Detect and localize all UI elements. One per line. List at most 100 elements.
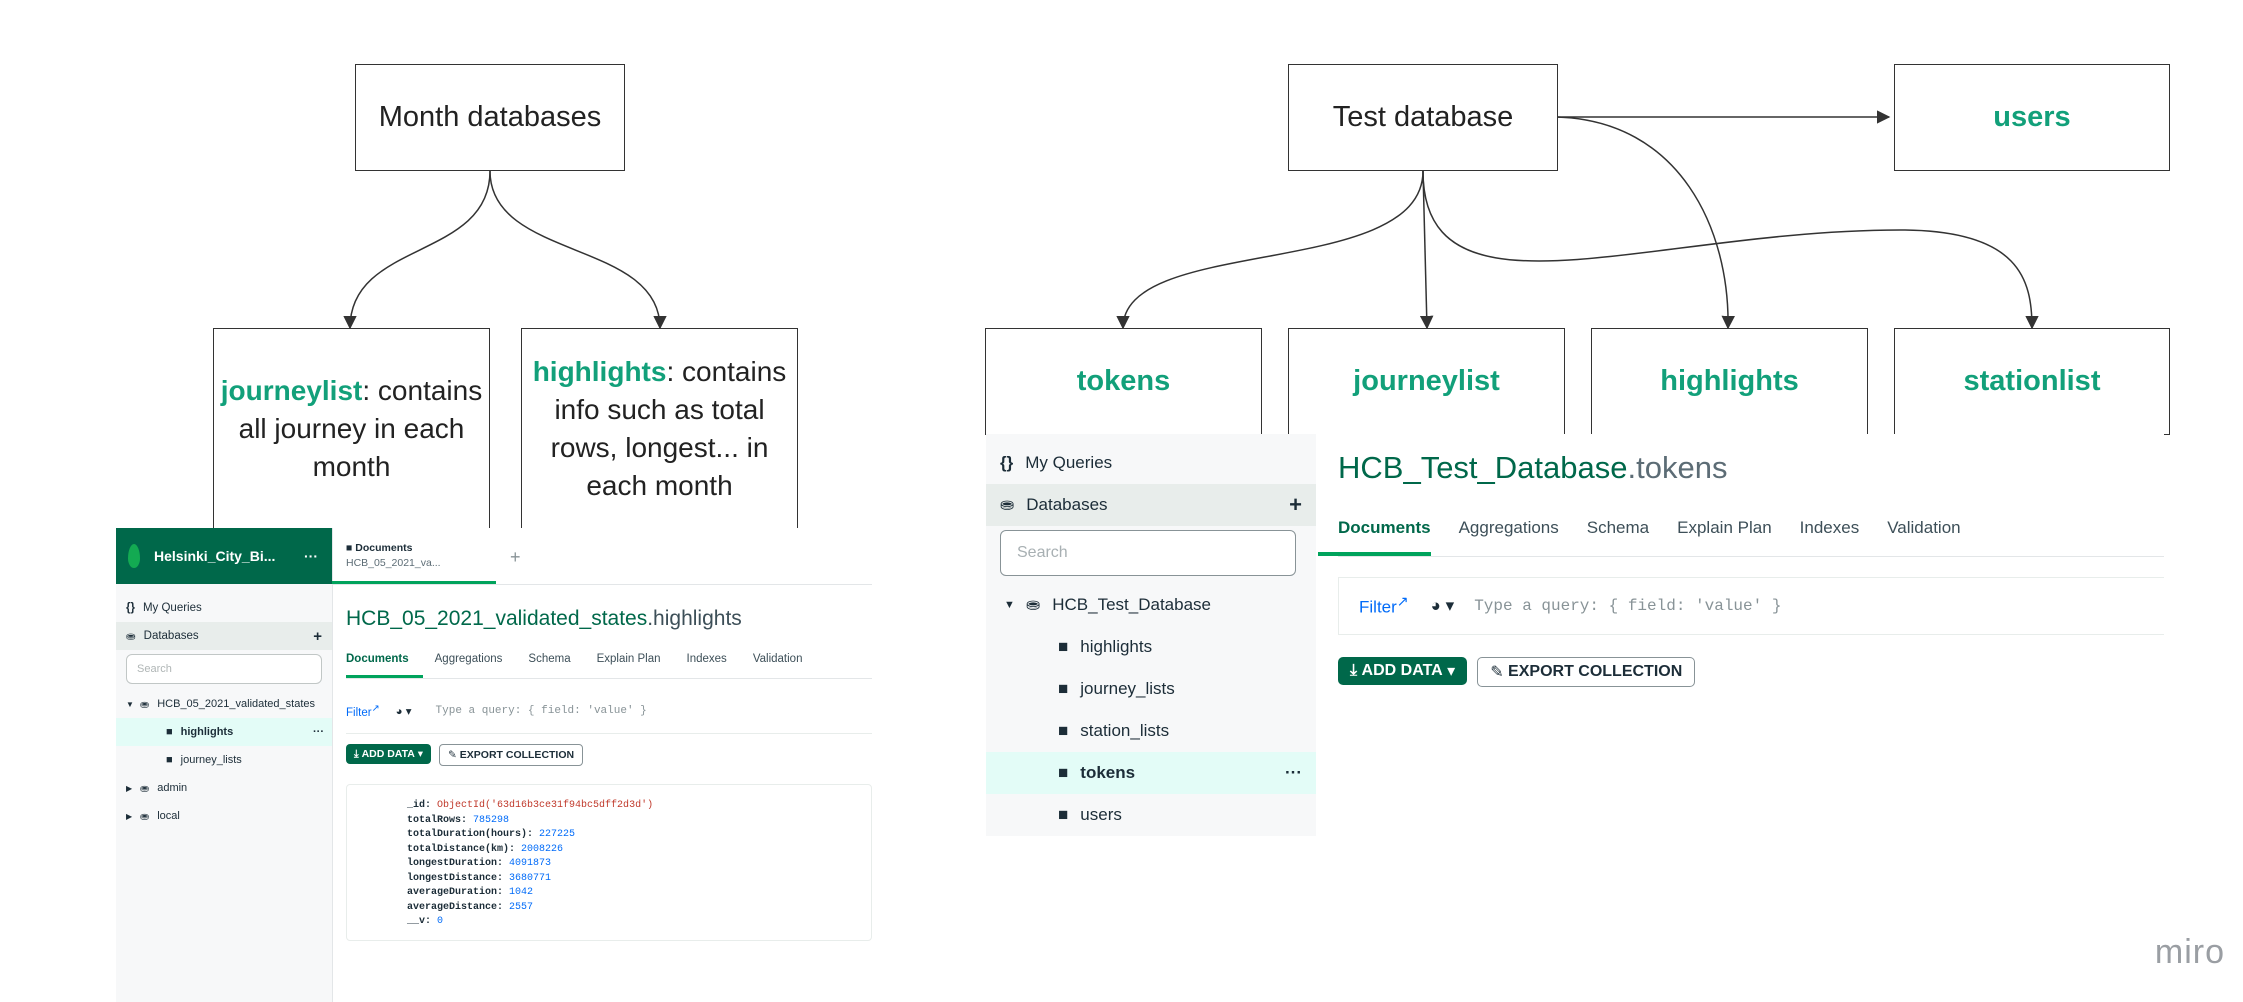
sidebar-my-queries[interactable]: {} My Queries bbox=[116, 594, 332, 622]
tab-validation[interactable]: Validation bbox=[753, 645, 817, 678]
database-icon: ⛂ bbox=[1026, 595, 1041, 614]
collection-name: tokens bbox=[1080, 763, 1136, 782]
tab-validation[interactable]: Validation bbox=[1887, 508, 1988, 556]
tree-database[interactable]: ▼ ⛂ HCB_Test_Database bbox=[986, 584, 1316, 626]
sidebar-item-label: My Queries bbox=[142, 602, 202, 614]
namespace-db: HCB_Test_Database bbox=[1338, 450, 1628, 485]
field-key: averageDuration: bbox=[407, 887, 504, 898]
node-title: journeylist bbox=[220, 375, 363, 406]
workspace-tab-documents[interactable]: ■ Documents HCB_05_2021_va... bbox=[332, 532, 496, 584]
add-tab-icon[interactable]: + bbox=[510, 547, 521, 568]
add-database-icon[interactable]: + bbox=[313, 628, 322, 645]
filter-link[interactable]: Filter↗ bbox=[1359, 594, 1409, 618]
main-panel: ■ Documents HCB_05_2021_va... + HCB_05_2… bbox=[332, 528, 872, 1002]
tree-collection-journey-lists[interactable]: ■ journey_lists bbox=[116, 746, 332, 774]
caret-right-icon: ▶ bbox=[126, 811, 133, 821]
tab-documents[interactable]: Documents bbox=[346, 645, 423, 678]
tree-collection-users[interactable]: ■ users bbox=[986, 794, 1316, 836]
search-input[interactable]: Search bbox=[126, 654, 322, 684]
edge-test-to-tokens bbox=[1116, 170, 1424, 330]
history-icon[interactable]: ◕ ▾ bbox=[1431, 596, 1455, 616]
main-panel: HCB_Test_Database.tokens Documents Aggre… bbox=[1316, 434, 2164, 836]
search-input[interactable]: Search bbox=[1000, 530, 1296, 576]
tree-collection-highlights[interactable]: ■ highlights ··· bbox=[116, 718, 332, 746]
node-label: Test database bbox=[1332, 101, 1514, 133]
compass-screenshot-test: {} My Queries ⛂ Databases + Search ▼ ⛂ H… bbox=[986, 434, 2164, 836]
tree-collection-highlights[interactable]: ■ highlights bbox=[986, 626, 1316, 668]
collection-name: station_lists bbox=[1080, 721, 1170, 740]
tab-indexes[interactable]: Indexes bbox=[687, 645, 741, 678]
tree-collection-station-lists[interactable]: ■ station_lists bbox=[986, 710, 1316, 752]
history-icon[interactable]: ◕ ▾ bbox=[396, 704, 412, 718]
export-collection-button[interactable]: ✎ EXPORT COLLECTION bbox=[439, 744, 584, 766]
collection-name: journey_lists bbox=[1080, 679, 1175, 698]
filter-bar: Filter↗ ◕ ▾ Type a query: { field: 'valu… bbox=[1338, 577, 2164, 635]
sidebar-databases[interactable]: ⛂ Databases + bbox=[986, 484, 1316, 526]
tab-documents[interactable]: Documents bbox=[1318, 508, 1431, 556]
workspace-tabs: ■ Documents HCB_05_2021_va... + bbox=[332, 528, 872, 585]
document-field: longestDuration: 4091873 bbox=[407, 857, 871, 872]
node-label: users bbox=[1993, 101, 2071, 133]
sidebar-databases[interactable]: ⛂ Databases + bbox=[116, 622, 332, 650]
tab-subtitle: HCB_05_2021_va... bbox=[346, 557, 441, 569]
sidebar-my-queries[interactable]: {} My Queries bbox=[986, 442, 1316, 484]
tab-explain-plan[interactable]: Explain Plan bbox=[1677, 508, 1800, 556]
query-input[interactable]: Type a query: { field: 'value' } bbox=[1474, 597, 1781, 615]
field-value: ObjectId('63d16b3ce31f94bc5dff2d3d') bbox=[437, 800, 654, 811]
caret-down-icon: ▾ bbox=[414, 748, 424, 760]
database-name: admin bbox=[157, 782, 188, 794]
namespace-collection: .tokens bbox=[1627, 450, 1728, 485]
database-icon: ⛂ bbox=[126, 631, 136, 643]
tree-collection-tokens[interactable]: ■ tokens ··· bbox=[986, 752, 1316, 794]
field-value: 4091873 bbox=[509, 858, 552, 869]
node-title: highlights bbox=[532, 356, 667, 387]
collection-menu-icon[interactable]: ··· bbox=[313, 726, 324, 738]
field-value: 785298 bbox=[473, 814, 510, 826]
node-month-databases: Month databases bbox=[355, 64, 625, 171]
tab-explain-plan[interactable]: Explain Plan bbox=[597, 645, 675, 678]
tab-aggregations[interactable]: Aggregations bbox=[1459, 508, 1587, 556]
braces-icon: {} bbox=[1000, 453, 1014, 472]
sidebar: {} My Queries ⛂ Databases + Search ▼ ⛂ H… bbox=[986, 434, 1316, 836]
database-icon: ⛂ bbox=[140, 810, 150, 823]
add-data-button[interactable]: ⤓ ADD DATA ▾ bbox=[346, 744, 432, 764]
export-collection-button[interactable]: ✎ EXPORT COLLECTION bbox=[1477, 657, 1696, 687]
connection-header[interactable]: Helsinki_City_Bi... ··· bbox=[116, 528, 332, 584]
folder-icon: ■ bbox=[346, 542, 356, 554]
document-field: totalDistance(km): 2008226 bbox=[407, 843, 871, 858]
sidebar-item-label: Databases bbox=[1026, 495, 1108, 514]
node-journeylist: journeylist bbox=[1288, 328, 1565, 435]
caret-down-icon: ▾ bbox=[1442, 663, 1456, 680]
field-value: 3680771 bbox=[509, 872, 552, 884]
namespace-collection: .highlights bbox=[647, 607, 742, 630]
filter-link[interactable]: Filter↗ bbox=[346, 703, 380, 719]
caret-right-icon: ▶ bbox=[126, 783, 133, 793]
collection-menu-icon[interactable]: ··· bbox=[1285, 763, 1302, 783]
tree-database[interactable]: ▼ ⛂ HCB_05_2021_validated_states bbox=[116, 690, 332, 718]
filter-bar: Filter↗ ◕ ▾ Type a query: { field: 'valu… bbox=[346, 689, 872, 734]
document-field: __v: 0 bbox=[407, 915, 871, 930]
connection-menu-icon[interactable]: ··· bbox=[304, 548, 318, 564]
collection-name: journey_lists bbox=[180, 754, 242, 766]
tree-database-admin[interactable]: ▶ ⛂ admin bbox=[116, 774, 332, 802]
node-highlights: highlights bbox=[1591, 328, 1868, 435]
collection-title: HCB_05_2021_validated_states.highlights bbox=[346, 607, 872, 631]
collection-name: highlights bbox=[1080, 637, 1153, 656]
database-name: HCB_Test_Database bbox=[1052, 595, 1212, 614]
braces-icon: {} bbox=[126, 602, 135, 614]
tree-database-local[interactable]: ▶ ⛂ local bbox=[116, 802, 332, 830]
node-label: tokens bbox=[1076, 365, 1171, 397]
tab-schema[interactable]: Schema bbox=[528, 645, 584, 678]
add-data-button[interactable]: ⤓ ADD DATA ▾ bbox=[1338, 657, 1468, 685]
collection-tabs: Documents Aggregations Schema Explain Pl… bbox=[1318, 508, 2164, 557]
database-icon: ⛂ bbox=[140, 782, 150, 795]
query-input[interactable]: Type a query: { field: 'value' } bbox=[436, 705, 647, 717]
tab-schema[interactable]: Schema bbox=[1587, 508, 1677, 556]
document-field: averageDistance: 2557 bbox=[407, 901, 871, 916]
tab-aggregations[interactable]: Aggregations bbox=[435, 645, 517, 678]
field-key: __v: bbox=[407, 916, 432, 927]
add-database-icon[interactable]: + bbox=[1289, 492, 1302, 518]
tab-indexes[interactable]: Indexes bbox=[1800, 508, 1888, 556]
tree-collection-journey-lists[interactable]: ■ journey_lists bbox=[986, 668, 1316, 710]
sidebar: Helsinki_City_Bi... ··· {} My Queries ⛂ … bbox=[116, 528, 333, 1002]
